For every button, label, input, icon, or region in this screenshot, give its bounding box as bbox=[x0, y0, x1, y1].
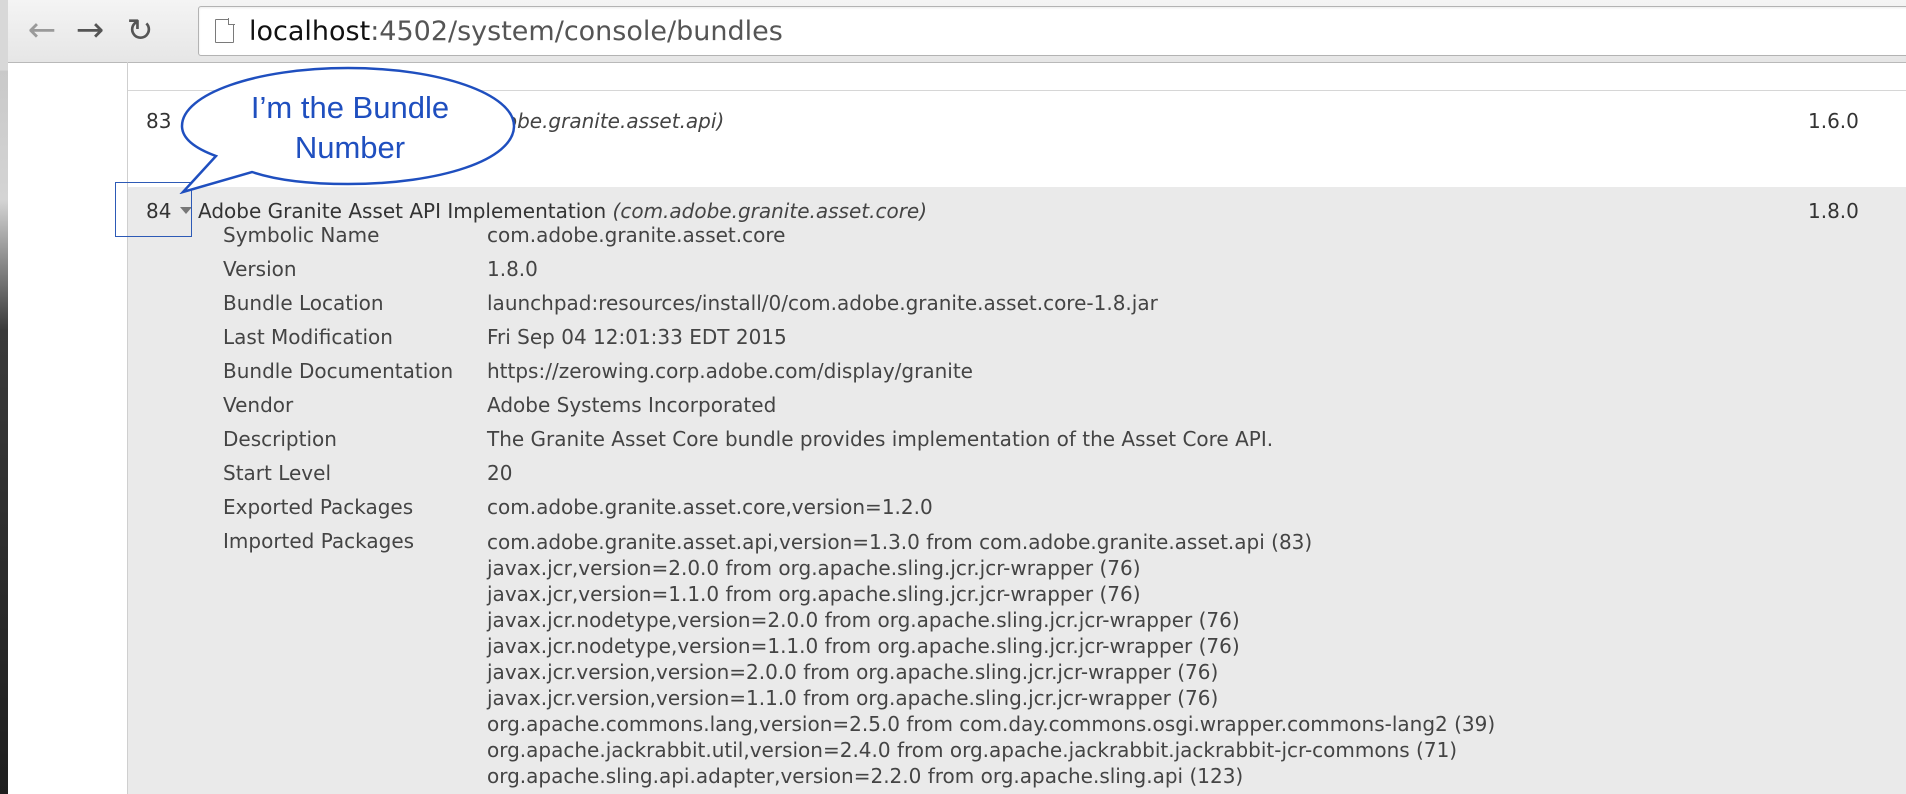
bundle-version: 1.8.0 bbox=[1808, 199, 1859, 223]
documentation-link[interactable]: https://zerowing.corp.adobe.com/display/… bbox=[487, 359, 973, 383]
bundle-version: 1.6.0 bbox=[1808, 109, 1859, 133]
package-item: org.apache.commons.lang,version=2.5.0 fr… bbox=[487, 712, 1496, 736]
reload-icon[interactable]: ↻ bbox=[120, 10, 160, 50]
package-item: javax.jcr.version,version=2.0.0 from org… bbox=[487, 660, 1219, 684]
imported-packages-list: com.adobe.granite.asset.api,version=1.3.… bbox=[487, 529, 1495, 789]
bundle-row-84[interactable]: 84 Adobe Granite Asset API Implementatio… bbox=[128, 187, 1906, 794]
url-text[interactable]: localhost:4502/system/console/bundles bbox=[249, 16, 783, 47]
package-item: javax.jcr.nodetype,version=1.1.0 from or… bbox=[487, 634, 1240, 658]
forward-arrow-icon[interactable]: → bbox=[70, 10, 110, 50]
package-item: javax.jcr,version=1.1.0 from org.apache.… bbox=[487, 582, 1141, 606]
bundle-id: 83 bbox=[146, 109, 172, 133]
package-item: com.adobe.granite.asset.api,version=1.3.… bbox=[487, 530, 1313, 554]
package-item: javax.jcr,version=2.0.0 from org.apache.… bbox=[487, 556, 1141, 580]
address-bar[interactable]: localhost:4502/system/console/bundles bbox=[198, 6, 1906, 56]
annotation-text: I’m the Bundle Number bbox=[250, 90, 450, 165]
package-item: javax.jcr.version,version=1.1.0 from org… bbox=[487, 686, 1219, 710]
back-arrow-icon[interactable]: ← bbox=[22, 10, 62, 50]
package-item: org.apache.sling.api.adapter,version=2.2… bbox=[487, 764, 1244, 788]
browser-toolbar: ← → ↻ localhost:4502/system/console/bund… bbox=[8, 0, 1906, 63]
bundle-name[interactable]: Adobe Granite Asset API Implementation (… bbox=[180, 199, 927, 223]
package-item: org.apache.jackrabbit.util,version=2.4.0… bbox=[487, 738, 1458, 762]
desktop-edge bbox=[0, 0, 8, 794]
page-icon bbox=[215, 18, 235, 43]
package-item: javax.jcr.nodetype,version=2.0.0 from or… bbox=[487, 608, 1240, 632]
